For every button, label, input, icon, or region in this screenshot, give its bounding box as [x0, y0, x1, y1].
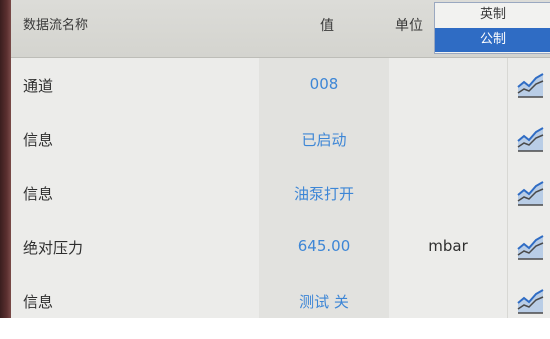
name-cell: 绝对压力: [11, 220, 259, 274]
data-row[interactable]: 绝对压力 645.00 mbar: [11, 220, 550, 275]
row-value: 已启动: [301, 131, 347, 149]
value-cell: 测试 关: [259, 274, 389, 318]
row-name: 绝对压力: [23, 239, 84, 257]
line-graph-icon[interactable]: [517, 72, 544, 98]
row-value: 008: [309, 75, 339, 93]
data-row[interactable]: 信息 油泵打开: [11, 166, 550, 221]
data-row[interactable]: 通道 008: [11, 58, 550, 113]
data-row[interactable]: 信息 测试 关: [11, 274, 550, 318]
unit-cell: [389, 274, 507, 318]
row-name: 通道: [23, 77, 54, 95]
unit-cell: [389, 112, 507, 166]
data-stream-screen: 数据流名称 值 单位 英制 公制 通道 008 信息 已启动 信息 油泵打开 绝…: [11, 0, 550, 318]
row-value: 测试 关: [299, 293, 349, 311]
device-bezel: [0, 0, 11, 318]
line-graph-icon[interactable]: [517, 180, 544, 206]
graph-cell: [507, 112, 550, 166]
row-name: 信息: [23, 293, 54, 311]
value-cell: 已启动: [259, 112, 389, 166]
name-cell: 信息: [11, 166, 259, 220]
value-cell: 645.00: [259, 220, 389, 274]
graph-cell: [507, 274, 550, 318]
row-value: 645.00: [297, 237, 351, 255]
row-unit: mbar: [428, 237, 468, 255]
row-value: 油泵打开: [293, 185, 354, 203]
row-name: 信息: [23, 185, 54, 203]
unit-cell: [389, 166, 507, 220]
table-header: 数据流名称 值 单位 英制 公制: [11, 0, 550, 58]
row-name: 信息: [23, 131, 54, 149]
background-margin: [0, 318, 550, 339]
column-header-unit: 单位: [395, 18, 423, 34]
data-row[interactable]: 信息 已启动: [11, 112, 550, 167]
line-graph-icon[interactable]: [517, 126, 544, 152]
line-graph-icon[interactable]: [517, 234, 544, 260]
name-cell: 信息: [11, 112, 259, 166]
value-cell: 008: [259, 58, 389, 112]
graph-cell: [507, 58, 550, 112]
line-graph-icon[interactable]: [517, 288, 544, 314]
column-header-name: 数据流名称: [23, 18, 89, 33]
unit-cell: mbar: [389, 220, 507, 274]
graph-cell: [507, 220, 550, 274]
name-cell: 信息: [11, 274, 259, 318]
column-header-value: 值: [320, 18, 334, 34]
imperial-option[interactable]: 英制: [435, 3, 550, 27]
graph-cell: [507, 166, 550, 220]
unit-system-toggle: 英制 公制: [434, 2, 550, 54]
data-stream-list: 通道 008 信息 已启动 信息 油泵打开 绝对压力 645.00 mbar 信…: [11, 58, 550, 318]
unit-cell: [389, 58, 507, 112]
metric-option[interactable]: 公制: [435, 28, 550, 52]
name-cell: 通道: [11, 58, 259, 112]
value-cell: 油泵打开: [259, 166, 389, 220]
